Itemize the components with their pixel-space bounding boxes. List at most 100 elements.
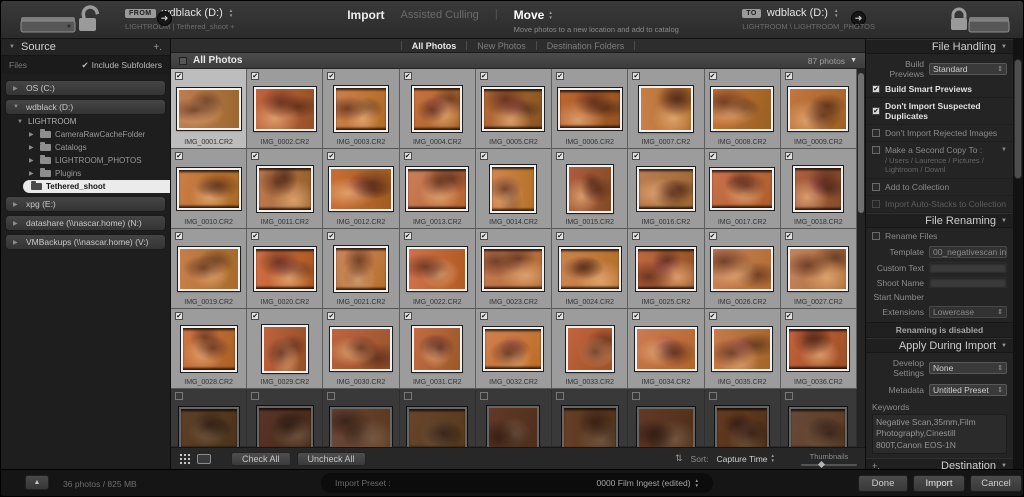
photo-checkbox-checked[interactable]: ✔ — [251, 232, 259, 240]
disclosure-triangle-icon[interactable]: ▼ — [13, 104, 20, 110]
checkbox-checked-icon[interactable]: ✔ — [872, 85, 880, 93]
photo-thumbnail[interactable] — [181, 326, 237, 372]
photo-cell[interactable] — [781, 389, 857, 447]
photo-checkbox-checked[interactable]: ✔ — [175, 152, 183, 160]
template-dropdown[interactable]: 00_negativescan ingest⇕ — [929, 246, 1007, 258]
checkbox-unchecked-icon[interactable] — [872, 129, 880, 137]
photo-thumbnail[interactable] — [177, 168, 241, 210]
photo-cell[interactable]: ✔IMG_0033.CR2 — [552, 309, 628, 389]
photo-checkbox-checked[interactable]: ✔ — [251, 312, 259, 320]
photo-thumbnail[interactable] — [711, 87, 773, 131]
tab-assisted-culling[interactable]: Assisted Culling — [401, 8, 479, 21]
photo-checkbox-checked[interactable]: ✔ — [251, 72, 259, 80]
photo-thumbnail[interactable] — [177, 88, 241, 130]
photo-cell[interactable]: ✔IMG_0003.CR2 — [323, 69, 399, 149]
photo-checkbox-checked[interactable]: ✔ — [785, 232, 793, 240]
photo-cell[interactable]: ✔IMG_0032.CR2 — [476, 309, 552, 389]
checkbox-checked-icon[interactable]: ✔ — [872, 107, 880, 115]
photo-cell[interactable]: ✔IMG_0016.CR2 — [628, 149, 704, 229]
disclosure-triangle-icon[interactable]: ▶ — [29, 170, 36, 177]
photo-thumbnail[interactable] — [635, 327, 697, 371]
photo-thumbnail[interactable] — [567, 165, 613, 213]
photo-checkbox-checked[interactable]: ✔ — [251, 152, 259, 160]
include-subfolders-checkbox[interactable]: ✔ Include Subfolders — [81, 60, 162, 71]
disclosure-triangle-icon[interactable]: ▶ — [13, 239, 20, 246]
photo-cell[interactable]: ✔IMG_0036.CR2 — [781, 309, 857, 389]
photo-checkbox-checked[interactable]: ✔ — [404, 312, 412, 320]
photo-thumbnail[interactable] — [179, 407, 239, 447]
photo-thumbnail[interactable] — [254, 87, 316, 131]
photo-cell[interactable]: ✔IMG_0018.CR2 — [781, 149, 857, 229]
collapse-icon[interactable]: ▼ — [1001, 44, 1007, 50]
photo-cell[interactable]: ✔IMG_0027.CR2 — [781, 229, 857, 309]
photo-cell[interactable] — [705, 389, 781, 447]
disclosure-triangle-icon[interactable]: ▶ — [29, 131, 36, 138]
photo-checkbox-checked[interactable]: ✔ — [327, 312, 335, 320]
photo-checkbox-checked[interactable]: ✔ — [404, 152, 412, 160]
photo-thumbnail[interactable] — [329, 167, 393, 211]
photo-checkbox-unchecked[interactable] — [480, 392, 488, 400]
source-folder-catalogs[interactable]: ▶Catalogs — [1, 141, 170, 154]
photo-checkbox-unchecked[interactable] — [632, 392, 640, 400]
photo-thumbnail[interactable] — [637, 167, 695, 211]
photo-cell[interactable]: ✔IMG_0035.CR2 — [705, 309, 781, 389]
photo-checkbox-checked[interactable]: ✔ — [632, 232, 640, 240]
grid-scrollbar-thumb[interactable] — [858, 73, 864, 213]
rename-files-row[interactable]: Rename Files — [866, 228, 1013, 244]
collapse-section-icon[interactable]: ▼ — [850, 57, 857, 64]
chevron-down-icon[interactable]: ▼ — [1001, 147, 1007, 153]
photo-cell[interactable] — [247, 389, 323, 447]
photo-checkbox-checked[interactable]: ✔ — [785, 152, 793, 160]
check-all-button[interactable]: Check All — [231, 452, 291, 466]
section-checkbox[interactable] — [179, 57, 187, 65]
tab-import[interactable]: Import — [347, 8, 384, 22]
source-plus-icon[interactable]: +. — [153, 42, 162, 53]
photo-thumbnail[interactable] — [482, 87, 544, 131]
add-to-collection-row[interactable]: Add to Collection — [866, 179, 1013, 196]
photo-thumbnail[interactable] — [178, 247, 240, 291]
source-volume-xpg[interactable]: ▶xpg (E:) — [5, 196, 166, 212]
photo-thumbnail[interactable] — [710, 168, 774, 210]
photo-checkbox-unchecked[interactable] — [175, 392, 183, 400]
photo-checkbox-checked[interactable]: ✔ — [632, 312, 640, 320]
source-volume-wdblack[interactable]: ▼wdblack (D:) — [5, 99, 166, 115]
photo-thumbnail[interactable] — [330, 407, 392, 447]
source-folder-lightroom[interactable]: ▼LIGHTROOM — [1, 115, 170, 128]
photo-checkbox-unchecked[interactable] — [556, 392, 564, 400]
photo-cell[interactable] — [400, 389, 476, 447]
photo-thumbnail[interactable] — [559, 247, 621, 291]
photo-cell[interactable]: ✔IMG_0024.CR2 — [552, 229, 628, 309]
slider-track[interactable] — [801, 464, 857, 466]
custom-text-field[interactable] — [929, 262, 1007, 273]
extensions-dropdown[interactable]: Lowercase⇕ — [929, 306, 1007, 318]
cancel-button[interactable]: Cancel — [970, 475, 1022, 492]
photo-thumbnail[interactable] — [639, 86, 693, 132]
photo-cell[interactable]: ✔IMG_0029.CR2 — [247, 309, 323, 389]
photo-checkbox-checked[interactable]: ✔ — [480, 312, 488, 320]
disclosure-triangle-icon[interactable]: ▶ — [29, 144, 36, 151]
photo-thumbnail[interactable] — [558, 88, 622, 130]
photo-cell[interactable]: ✔IMG_0001.CR2 — [171, 69, 247, 149]
photo-thumbnail[interactable] — [483, 327, 543, 371]
photo-cell[interactable]: ✔IMG_0007.CR2 — [628, 69, 704, 149]
uncheck-all-button[interactable]: Uncheck All — [297, 452, 366, 466]
import-destination-selector[interactable]: TO wdblack (D:) ▲▼ LIGHTROOM \ LIGHTROOM… — [742, 7, 875, 31]
photo-thumbnail[interactable] — [789, 407, 847, 447]
disclosure-triangle-icon[interactable]: ▶ — [13, 85, 20, 92]
photo-cell[interactable]: ✔IMG_0011.CR2 — [247, 149, 323, 229]
window-scrollbar-thumb[interactable] — [1014, 59, 1022, 179]
photo-cell[interactable]: ✔IMG_0006.CR2 — [552, 69, 628, 149]
collapse-icon[interactable]: ▼ — [1001, 343, 1007, 349]
photo-checkbox-checked[interactable]: ✔ — [480, 232, 488, 240]
photo-checkbox-unchecked[interactable] — [327, 392, 335, 400]
collapse-filmstrip-button[interactable]: ▲ — [25, 475, 49, 490]
metadata-dropdown[interactable]: Untitled Preset⇕ — [929, 384, 1007, 396]
photo-checkbox-checked[interactable]: ✔ — [175, 72, 183, 80]
window-scrollbar[interactable] — [1013, 39, 1023, 469]
collapse-icon[interactable]: ▼ — [1001, 463, 1007, 469]
photo-thumbnail[interactable] — [787, 327, 849, 371]
build-smart-previews-row[interactable]: ✔ Build Smart Previews — [866, 81, 1013, 98]
file-handling-header[interactable]: File Handling ▼ — [866, 39, 1013, 54]
photo-checkbox-checked[interactable]: ✔ — [404, 72, 412, 80]
to-device-name[interactable]: wdblack (D:) — [767, 7, 828, 19]
